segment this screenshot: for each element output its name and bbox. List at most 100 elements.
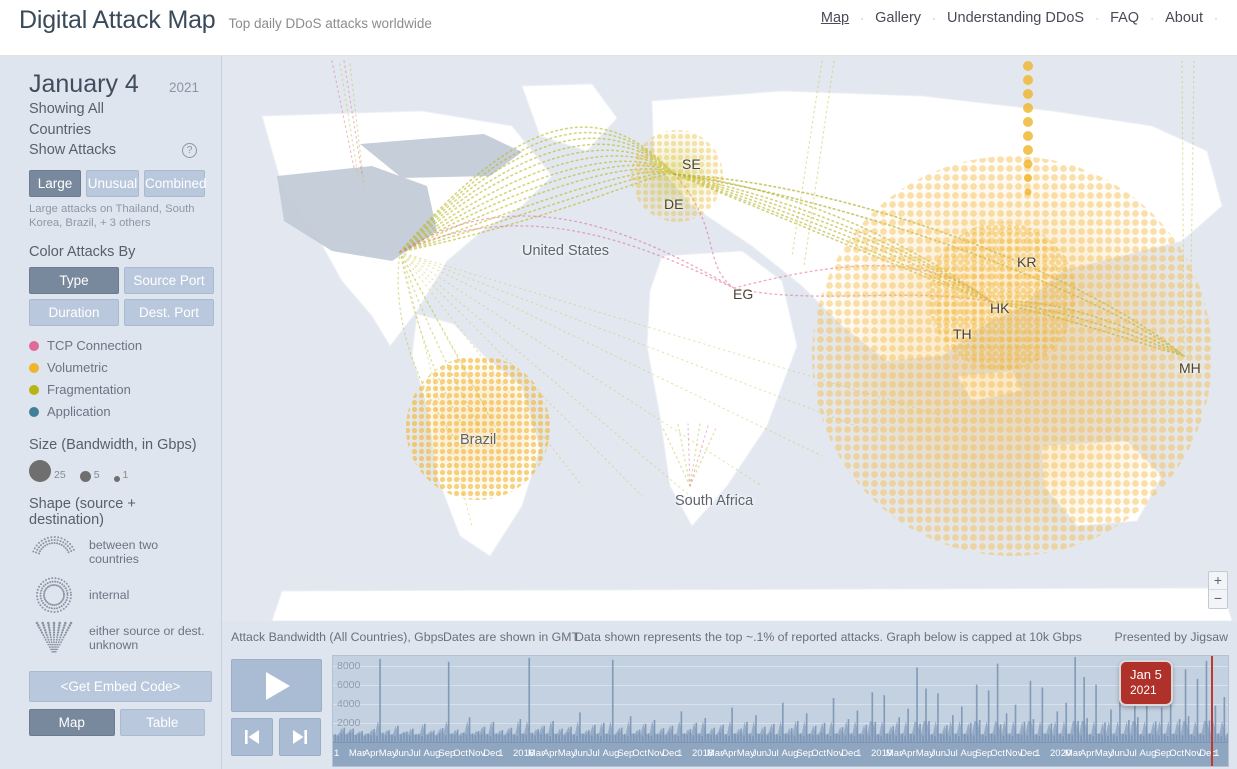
- chart-series-area: [333, 656, 1228, 742]
- size-swatch-icon: [79, 470, 91, 482]
- zoom-out-button[interactable]: −: [1209, 590, 1227, 608]
- help-icon[interactable]: ?: [182, 142, 197, 158]
- chart-x-tick-label: 1: [498, 748, 504, 759]
- timeline-playhead[interactable]: [1211, 656, 1213, 766]
- shape-legend-label: either source or dest. unknown: [89, 623, 205, 652]
- size-swatch-value: 5: [93, 468, 100, 481]
- play-icon: [265, 671, 290, 700]
- show-attacks-label: Show Attacks: [29, 142, 117, 158]
- legend-item[interactable]: Application: [29, 401, 205, 423]
- show-attacks-option-combined[interactable]: Combined: [144, 169, 207, 197]
- play-button[interactable]: [231, 659, 322, 712]
- color-by-option-duration[interactable]: Duration: [29, 298, 119, 326]
- shape-legend-item: between two countries: [29, 533, 205, 571]
- step-controls: [231, 718, 322, 756]
- chart-x-tick-label: Apr: [721, 748, 737, 759]
- brand: Digital Attack Map Top daily DDoS attack…: [19, 6, 432, 35]
- chart-plot-area: 2000 4000 6000 8000: [333, 656, 1228, 742]
- digital-attack-map-page: Digital Attack Map Top daily DDoS attack…: [0, 0, 1237, 769]
- current-year: 2021: [168, 80, 199, 95]
- chart-x-tick-label: Jun: [1109, 748, 1126, 759]
- color-by-option-dest-port[interactable]: Dest. Port: [124, 298, 214, 326]
- view-mode-map[interactable]: Map: [29, 708, 115, 736]
- attack-note: Large attacks on Thailand, South Korea, …: [29, 202, 195, 229]
- view-mode-options: Map Table: [29, 708, 205, 736]
- chart-x-tick-label: Mar: [527, 748, 545, 759]
- caption-bar: Attack Bandwidth (All Countries), Gbps D…: [222, 621, 1237, 653]
- step-back-button[interactable]: [231, 718, 273, 756]
- view-mode-table[interactable]: Table: [119, 708, 205, 736]
- world-map-graphic: [222, 56, 1237, 621]
- chart-x-tick-label: Jun: [393, 748, 410, 759]
- caption-presented-by: Presented by Jigsaw: [1114, 630, 1228, 644]
- chart-x-tick-label: Apr: [363, 748, 379, 759]
- shape-legend-label: internal: [89, 587, 130, 602]
- chart-x-tick-label: Oct: [811, 748, 827, 759]
- shape-legend-item: internal: [29, 576, 205, 614]
- nav-link-understanding-ddos[interactable]: Understanding DDoS: [945, 10, 1086, 26]
- caption-data-note: Data shown represents the top ~.1% of re…: [575, 630, 1082, 644]
- legend-item-label: Application: [47, 404, 111, 419]
- main-navigation: Map · Gallery · Understanding DDoS · FAQ · About…: [819, 10, 1227, 26]
- get-embed-code-button[interactable]: <Get Embed Code>: [29, 670, 212, 702]
- map-zoom-controls: + −: [1208, 571, 1228, 609]
- legend-item[interactable]: Fragmentation: [29, 379, 205, 401]
- caption-gmt: Dates are shown in GMT: [443, 630, 579, 644]
- chart-x-tick-label: Jul: [945, 748, 958, 759]
- chart-x-tick-label: Jul: [766, 748, 779, 759]
- nav-separator: ·: [1095, 11, 1100, 25]
- chart-x-tick-label: Mar: [1064, 748, 1082, 759]
- chart-x-tick-label: Oct: [990, 748, 1006, 759]
- showing-line-2: Countries: [29, 121, 92, 138]
- attack-type-legend: TCP Connection Volumetric Fragmentation App…: [29, 335, 205, 423]
- nav-link-faq[interactable]: FAQ: [1108, 10, 1141, 26]
- size-swatch-value: 1: [122, 468, 129, 481]
- legend-item[interactable]: TCP Connection: [29, 335, 205, 357]
- zoom-in-button[interactable]: +: [1209, 572, 1227, 590]
- legend-swatch-icon: [29, 362, 39, 373]
- shape-legend-item: either source or dest. unknown: [29, 619, 205, 657]
- chart-x-tick-label: Oct: [453, 748, 469, 759]
- attack-map[interactable]: United States Brazil South Africa SE DE EG KR H…: [222, 56, 1237, 621]
- legend-item-label: TCP Connection: [47, 338, 143, 353]
- timeline-date-tooltip: Jan 5 2021: [1119, 660, 1173, 706]
- nav-separator: ·: [932, 11, 937, 25]
- page-title: Digital Attack Map: [19, 6, 216, 34]
- color-by-option-source-port[interactable]: Source Port: [124, 266, 214, 294]
- show-attacks-option-unusual[interactable]: Unusual: [86, 169, 139, 197]
- size-swatch-icon: [113, 475, 120, 482]
- size-swatch-value: 25: [54, 468, 66, 481]
- current-date: January 4: [29, 70, 139, 98]
- showing-line-1: Showing All: [29, 101, 104, 117]
- playback-controls: [231, 659, 322, 756]
- arc-shape-icon: [29, 533, 79, 571]
- chart-x-tick-label: Jul: [408, 748, 421, 759]
- current-date-row: January 4 2021: [29, 70, 205, 99]
- skip-forward-icon: [293, 730, 307, 744]
- chart-x-tick-label: Jun: [751, 748, 768, 759]
- caption-bandwidth: Attack Bandwidth (All Countries), Gbps: [231, 630, 444, 644]
- tooltip-year: 2021: [1130, 683, 1157, 697]
- nav-link-map[interactable]: Map: [819, 10, 851, 26]
- ring-shape-icon: [29, 576, 79, 614]
- chart-x-tick-label: Oct: [632, 748, 648, 759]
- nav-link-about[interactable]: About: [1163, 10, 1205, 26]
- page-tagline: Top daily DDoS attacks worldwide: [228, 16, 432, 31]
- chart-x-axis: 1 Mar Apr May Jun Jul Aug Sep Oct Nov Dec 1 2016 Mar A…: [333, 742, 1228, 766]
- step-forward-button[interactable]: [279, 718, 321, 756]
- chart-x-tick-label: 1: [677, 748, 683, 759]
- show-attacks-option-large[interactable]: Large: [29, 169, 82, 197]
- control-sidebar: January 4 2021 Showing All Countries Sho…: [0, 56, 222, 769]
- legend-item[interactable]: Volumetric: [29, 357, 205, 379]
- show-attacks-row: Show Attacks ?: [29, 140, 205, 161]
- shape-legend-title: Shape (source + destination): [29, 495, 136, 528]
- color-by-option-type[interactable]: Type: [29, 266, 119, 294]
- chart-x-tick-label: Jul: [587, 748, 600, 759]
- shape-legend: between two countries internal either sour…: [29, 533, 205, 657]
- attack-bandwidth-chart[interactable]: 2000 4000 6000 8000 1 Mar Apr May Jun Jul Aug Sep O…: [332, 655, 1229, 767]
- nav-separator: ·: [860, 11, 865, 25]
- color-attacks-by-options: Type Source Port Duration Dest. Port: [29, 266, 214, 326]
- nav-link-gallery[interactable]: Gallery: [873, 10, 923, 26]
- chart-x-tick-label: Mar: [706, 748, 724, 759]
- size-legend: 25 5 1: [29, 459, 205, 482]
